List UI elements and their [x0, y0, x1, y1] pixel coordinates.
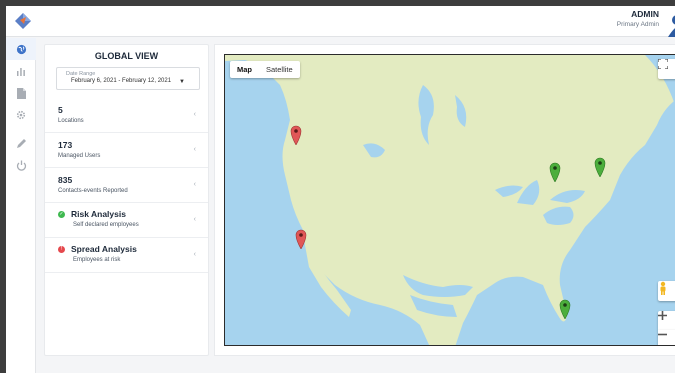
sidebar-item-settings[interactable] — [6, 104, 36, 126]
stat-label: Contacts-events Reported — [58, 188, 128, 194]
sidebar — [6, 38, 36, 373]
stat-value: 835 — [58, 175, 73, 185]
power-icon — [16, 160, 26, 171]
user-role: Primary Admin — [616, 21, 659, 28]
app-window: ADMIN Primary Admin GLOBAL VIEW Date Ran… — [0, 0, 675, 373]
pencil-icon — [16, 138, 26, 148]
stat-label: Managed Users — [58, 153, 101, 159]
stat-value: 5 — [58, 105, 63, 115]
date-range-value: February 6, 2021 - February 12, 2021 — [71, 78, 172, 84]
app-logo[interactable] — [14, 12, 32, 30]
risk-analysis-title: Risk Analysis — [71, 209, 126, 219]
map-view[interactable]: Map Satellite — [224, 54, 675, 346]
chevron-left-icon: ‹ — [193, 146, 196, 153]
check-circle-icon: ✓ — [58, 210, 65, 218]
sidebar-item-global-view[interactable] — [6, 38, 36, 60]
spread-analysis-item[interactable]: ! Spread Analysis Employees at risk ‹ — [45, 238, 208, 273]
date-range-label: Date Range — [66, 71, 96, 77]
user-name: ADMIN — [631, 9, 659, 19]
fullscreen-icon — [658, 59, 668, 69]
stat-value: 173 — [58, 140, 73, 150]
chevron-left-icon: ‹ — [193, 111, 196, 118]
marker-toronto[interactable] — [549, 162, 561, 182]
zoom-out-button[interactable] — [658, 330, 675, 345]
stat-label: Locations — [58, 118, 84, 124]
user-menu[interactable]: ADMIN Primary Admin — [616, 9, 675, 37]
document-icon — [16, 87, 26, 99]
plus-icon — [658, 311, 667, 320]
panel-title: GLOBAL VIEW — [94, 51, 159, 61]
avatar-icon — [668, 15, 675, 37]
spread-analysis-title: Spread Analysis — [71, 244, 137, 254]
tab-satellite[interactable]: Satellite — [259, 61, 300, 78]
chevron-down-icon: ▼ — [179, 79, 185, 85]
spread-analysis-subtitle: Employees at risk — [73, 257, 121, 263]
alert-circle-icon: ! — [58, 245, 65, 253]
map-canvas — [225, 55, 675, 345]
fullscreen-button[interactable] — [658, 59, 675, 79]
sidebar-item-analytics[interactable] — [6, 60, 36, 82]
bar-chart-icon — [17, 68, 25, 76]
chevron-left-icon: ‹ — [193, 216, 196, 223]
global-view-panel: GLOBAL VIEW Date Range February 6, 2021 … — [44, 44, 209, 356]
pegman-icon — [660, 281, 666, 295]
chevron-left-icon: ‹ — [193, 181, 196, 188]
date-range-select[interactable]: Date Range February 6, 2021 - February 1… — [56, 67, 200, 90]
map-card: Map Satellite — [214, 44, 675, 356]
sidebar-item-reports[interactable] — [6, 82, 36, 104]
minus-icon — [658, 333, 667, 336]
chevron-left-icon: ‹ — [193, 251, 196, 258]
map-type-control: Map Satellite — [230, 61, 300, 78]
top-bar: ADMIN Primary Admin — [6, 6, 675, 37]
globe-icon — [16, 44, 26, 54]
marker-los-angeles[interactable] — [295, 229, 307, 249]
marker-miami[interactable] — [559, 299, 571, 319]
stat-managed-users[interactable]: 173 Managed Users ‹ — [45, 133, 208, 168]
sidebar-item-edit[interactable] — [6, 132, 36, 154]
zoom-in-button[interactable] — [658, 311, 675, 330]
risk-analysis-subtitle: Self declared employees — [73, 222, 139, 228]
marker-boston[interactable] — [594, 157, 606, 177]
gear-icon — [16, 110, 26, 120]
tab-map[interactable]: Map — [230, 61, 259, 78]
stat-contact-events[interactable]: 835 Contacts-events Reported ‹ — [45, 168, 208, 203]
risk-analysis-item[interactable]: ✓ Risk Analysis Self declared employees … — [45, 203, 208, 238]
stat-locations[interactable]: 5 Locations ‹ — [45, 98, 208, 133]
marker-seattle[interactable] — [290, 125, 302, 145]
sidebar-item-logout[interactable] — [6, 154, 36, 176]
street-view-pegman[interactable] — [658, 281, 675, 301]
